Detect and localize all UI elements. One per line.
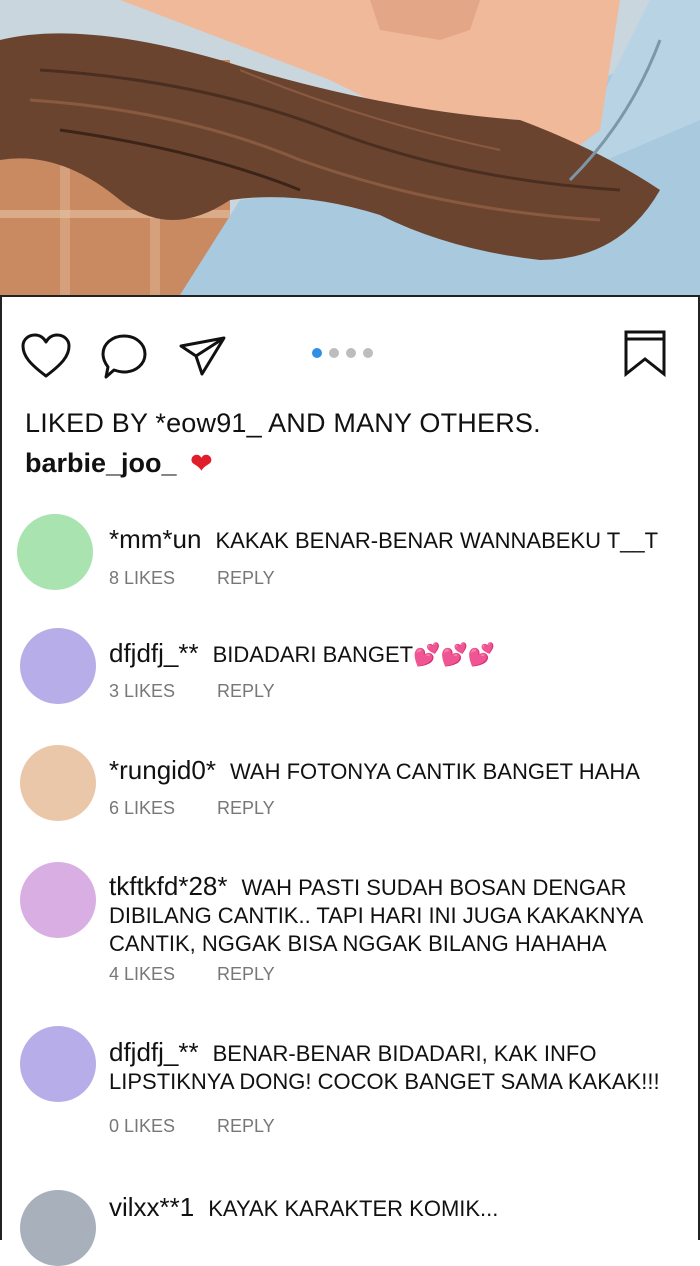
comment-text: *rungid0* WAH FOTONYA CANTIK BANGET HAHA: [109, 756, 669, 786]
carousel-dot[interactable]: [363, 348, 373, 358]
comment-meta: 8 LIKES REPLY: [109, 568, 275, 589]
comment-username[interactable]: *mm*un: [109, 524, 201, 554]
comment-likes[interactable]: 6 LIKES: [109, 798, 217, 819]
reply-button[interactable]: REPLY: [217, 568, 275, 589]
avatar[interactable]: [20, 1190, 96, 1266]
post-photo[interactable]: [0, 0, 700, 297]
carousel-dot[interactable]: [346, 348, 356, 358]
heart-emoji: ❤: [190, 448, 213, 478]
carousel-indicator: [312, 348, 373, 358]
comment-text: dfjdfj_** BENAR-BENAR BIDADARI, KAK INFO …: [109, 1038, 669, 1096]
comment-username[interactable]: tkftkfd*28*: [109, 871, 228, 901]
reply-button[interactable]: REPLY: [217, 681, 275, 702]
comment-body: BIDADARI BANGET💕💕💕: [212, 642, 496, 667]
avatar[interactable]: [20, 862, 96, 938]
frame-border-left: [0, 295, 2, 1240]
avatar[interactable]: [20, 745, 96, 821]
liked-by-prefix: LIKED BY: [25, 408, 156, 438]
comment-body: KAYAK KARAKTER KOMIK...: [208, 1196, 499, 1221]
comment-text: tkftkfd*28* WAH PASTI SUDAH BOSAN DENGAR …: [109, 872, 669, 958]
liked-by-text: LIKED BY *eow91_ AND MANY OTHERS.: [25, 408, 541, 439]
bookmark-icon[interactable]: [623, 329, 667, 377]
comment-text: dfjdfj_** BIDADARI BANGET💕💕💕: [109, 639, 669, 669]
comment-likes[interactable]: 0 LIKES: [109, 1116, 217, 1137]
avatar[interactable]: [17, 514, 93, 590]
comment-username[interactable]: dfjdfj_**: [109, 638, 199, 668]
comment-text: *mm*un KAKAK BENAR-BENAR WANNABEKU T__T: [109, 525, 669, 555]
liked-by-username[interactable]: *eow91_: [155, 408, 262, 438]
heart-outline-icon[interactable]: [20, 332, 72, 380]
speech-bubble-icon[interactable]: [99, 332, 149, 382]
post-photo-illustration: [0, 0, 700, 295]
liked-by-suffix[interactable]: AND MANY OTHERS.: [262, 408, 541, 438]
reply-button[interactable]: REPLY: [217, 1116, 275, 1137]
post-owner: barbie_joo_ ❤: [25, 448, 212, 479]
comment-likes[interactable]: 8 LIKES: [109, 568, 217, 589]
reply-button[interactable]: REPLY: [217, 798, 275, 819]
comment-username[interactable]: dfjdfj_**: [109, 1037, 199, 1067]
avatar[interactable]: [20, 628, 96, 704]
reply-button[interactable]: REPLY: [217, 964, 275, 985]
comment-meta: 0 LIKES REPLY: [109, 1116, 275, 1137]
comment-username[interactable]: vilxx**1: [109, 1192, 194, 1222]
comment-meta: 3 LIKES REPLY: [109, 681, 275, 702]
comment-text: vilxx**1 KAYAK KARAKTER KOMIK...: [109, 1193, 669, 1223]
comment-likes[interactable]: 4 LIKES: [109, 964, 217, 985]
comment-body: KAKAK BENAR-BENAR WANNABEKU T__T: [215, 528, 659, 553]
avatar[interactable]: [20, 1026, 96, 1102]
comment-body: WAH FOTONYA CANTIK BANGET HAHA: [229, 759, 640, 784]
comment-username[interactable]: *rungid0*: [109, 755, 216, 785]
comment-likes[interactable]: 3 LIKES: [109, 681, 217, 702]
comment-meta: 4 LIKES REPLY: [109, 964, 275, 985]
carousel-dot-active[interactable]: [312, 348, 322, 358]
paper-plane-icon[interactable]: [178, 334, 228, 378]
carousel-dot[interactable]: [329, 348, 339, 358]
comment-meta: 6 LIKES REPLY: [109, 798, 275, 819]
owner-username[interactable]: barbie_joo_: [25, 448, 177, 479]
